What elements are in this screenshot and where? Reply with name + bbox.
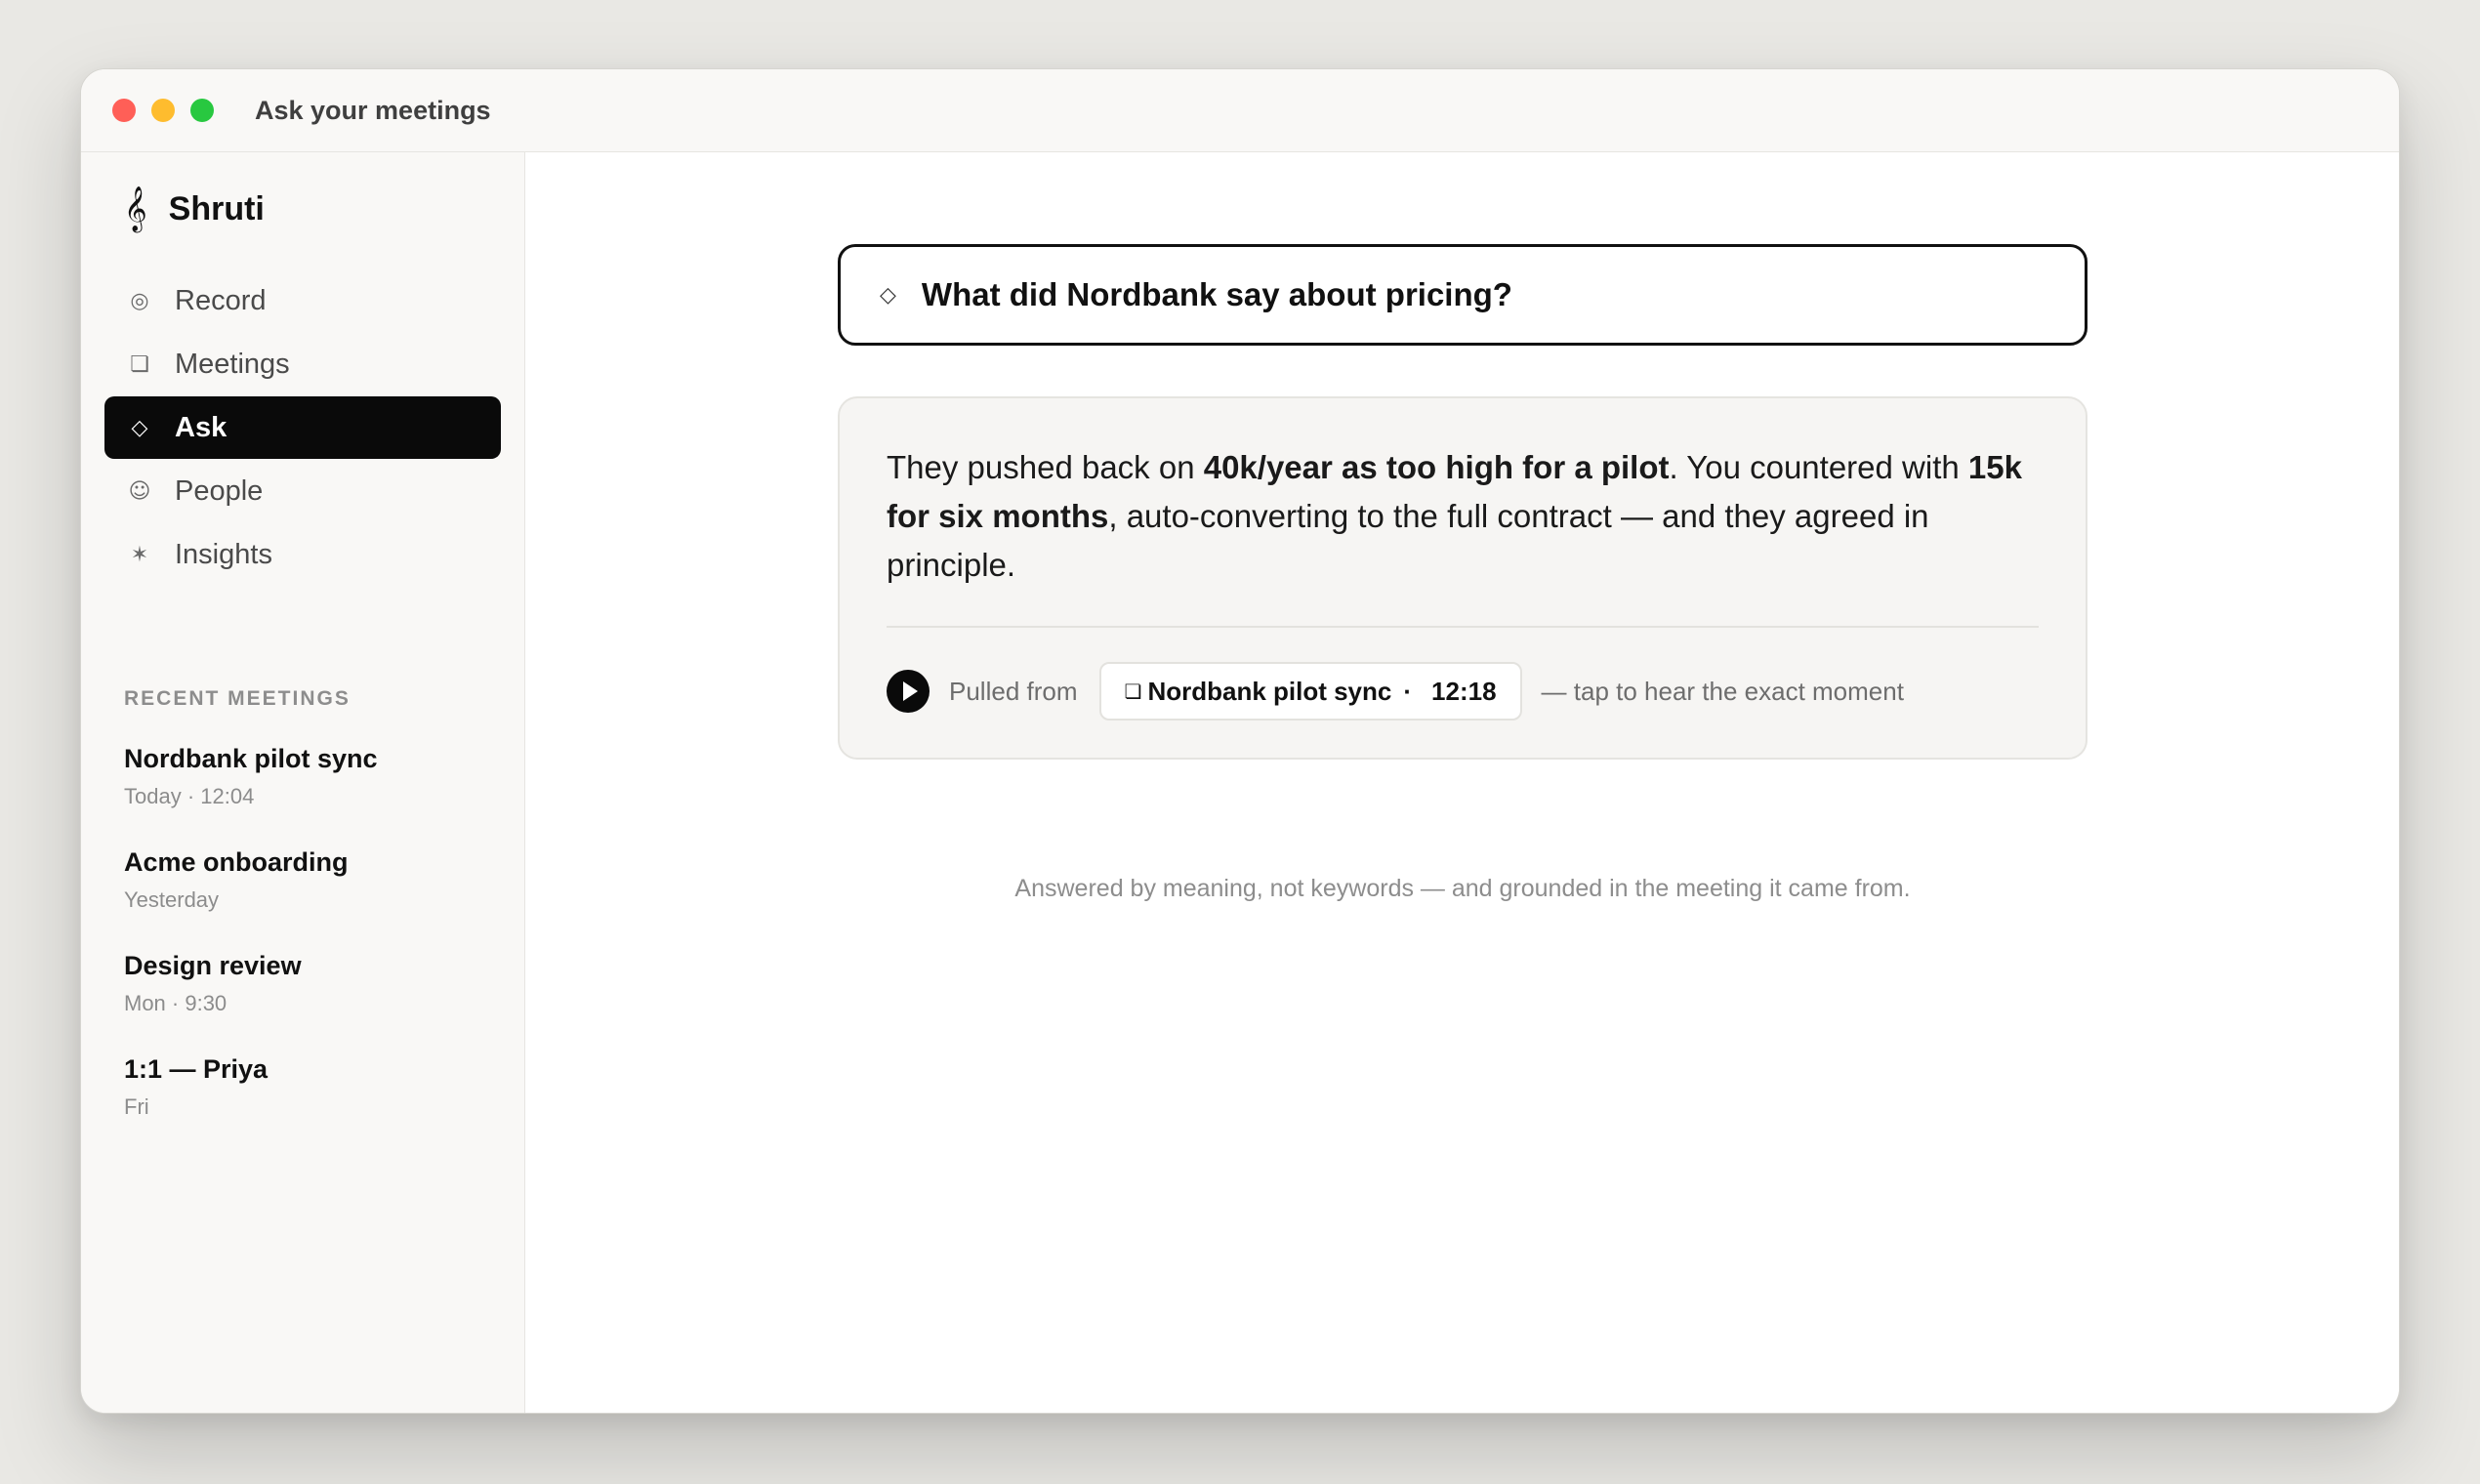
sidebar-item-ask[interactable]: ◇ Ask (104, 396, 501, 459)
sidebar: 𝄞 Shruti ◎ Record ❏ Meetings ◇ Ask ☺ Peo… (81, 152, 525, 1413)
sidebar-item-insights[interactable]: ✶ Insights (104, 523, 501, 586)
source-row: Pulled from ❏ Nordbank pilot sync · 12:1… (887, 662, 1904, 721)
brand: 𝄞 Shruti (124, 189, 265, 228)
recent-meeting-meta: Mon · 9:30 (124, 991, 227, 1015)
recent-meetings-heading: RECENT MEETINGS (124, 687, 351, 710)
recent-meeting-item[interactable]: Acme onboarding Yesterday (124, 847, 495, 951)
tap-hint: — tap to hear the exact moment (1541, 676, 1904, 706)
meeting-doc-icon: ❏ (1124, 680, 1142, 703)
insights-star-icon: ✶ (130, 542, 149, 567)
question-box[interactable]: ◇ (838, 244, 2087, 346)
play-icon (902, 681, 918, 701)
sidebar-item-meetings[interactable]: ❏ Meetings (104, 333, 501, 395)
recent-meeting-title: Design review (124, 951, 302, 980)
source-separator: · (1403, 676, 1413, 706)
answer-text: They pushed back on 40k/year as too high… (887, 443, 2058, 590)
answer-divider (887, 626, 2039, 628)
title-bar: Ask your meetings (81, 69, 2399, 152)
meetings-icon: ❏ (130, 351, 149, 377)
app-window: Ask your meetings 𝄞 Shruti ◎ Record ❏ Me… (80, 68, 2400, 1414)
diamond-icon: ◇ (880, 282, 896, 308)
recent-meeting-title: Nordbank pilot sync (124, 744, 378, 773)
answer-text-segment: . You countered with (1669, 449, 1968, 485)
footnote: Answered by meaning, not keywords — and … (1014, 875, 1911, 902)
sidebar-item-label: Insights (175, 538, 272, 570)
recent-meeting-meta: Today · 12:04 (124, 784, 255, 808)
recent-meeting-meta: Yesterday (124, 887, 220, 912)
record-icon: ◎ (130, 288, 149, 313)
treble-clef-icon: 𝄞 (124, 186, 147, 231)
recent-meeting-item[interactable]: Design review Mon · 9:30 (124, 951, 495, 1054)
ask-diamond-icon: ◇ (131, 415, 148, 440)
recent-meeting-item[interactable]: 1:1 — Priya Fri (124, 1054, 495, 1158)
window-title: Ask your meetings (255, 95, 491, 125)
sidebar-item-record[interactable]: ◎ Record (104, 269, 501, 332)
sidebar-item-label: Meetings (175, 348, 290, 380)
close-window-button[interactable] (112, 99, 136, 122)
answer-text-segment: They pushed back on (887, 449, 1204, 485)
brand-name: Shruti (168, 189, 265, 227)
source-meeting-chip[interactable]: ❏ Nordbank pilot sync · 12:18 (1098, 662, 1522, 721)
recent-meeting-meta: Fri (124, 1094, 149, 1119)
recent-meeting-title: Acme onboarding (124, 847, 349, 877)
people-smiley-icon: ☺ (128, 478, 151, 504)
recent-meeting-item[interactable]: Nordbank pilot sync Today · 12:04 (124, 744, 495, 847)
sidebar-nav: ◎ Record ❏ Meetings ◇ Ask ☺ People ✶ Ins… (104, 269, 501, 587)
main-content: ◇ They pushed back on 40k/year as too hi… (525, 152, 2399, 1413)
sidebar-item-label: Ask (175, 411, 227, 443)
minimize-window-button[interactable] (151, 99, 175, 122)
sidebar-item-label: Record (175, 284, 267, 316)
source-timestamp: 12:18 (1431, 676, 1497, 706)
maximize-window-button[interactable] (190, 99, 214, 122)
sidebar-item-people[interactable]: ☺ People (104, 460, 501, 522)
sidebar-item-label: People (175, 474, 264, 507)
answer-card: They pushed back on 40k/year as too high… (838, 396, 2087, 760)
recent-meetings-list: Nordbank pilot sync Today · 12:04 Acme o… (124, 744, 495, 1158)
question-input[interactable] (921, 276, 1996, 313)
recent-meeting-title: 1:1 — Priya (124, 1054, 269, 1084)
play-button[interactable] (887, 670, 930, 713)
window-controls (112, 99, 214, 122)
answer-highlight: 40k/year as too high for a pilot (1203, 449, 1670, 485)
source-meeting-title: Nordbank pilot sync (1147, 676, 1392, 706)
pulled-from-label: Pulled from (949, 676, 1078, 706)
